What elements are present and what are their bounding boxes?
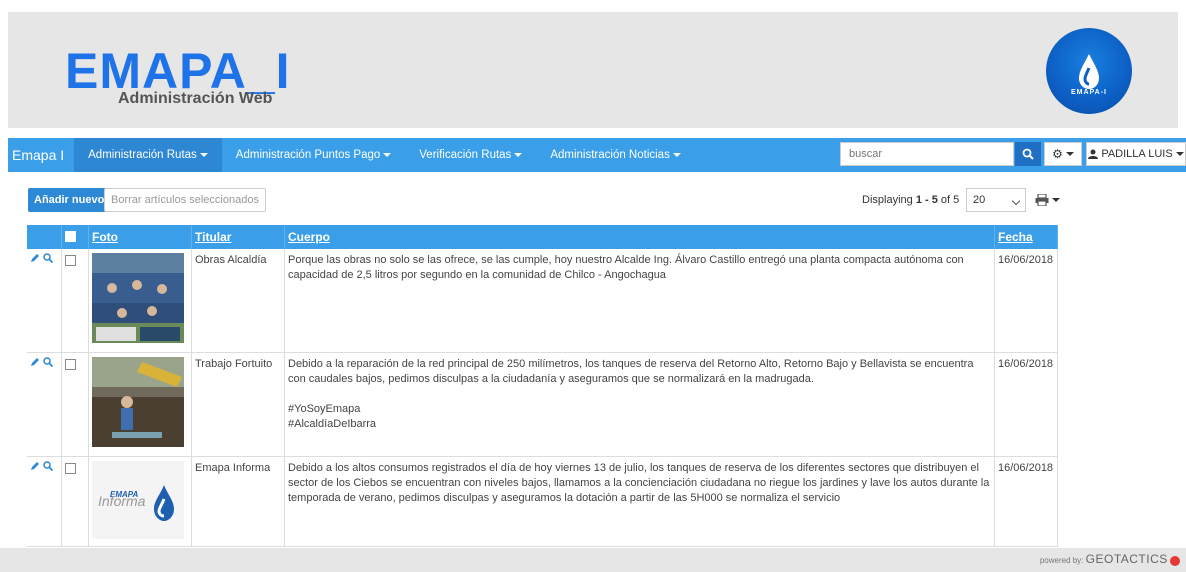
title-sort-link[interactable]: Titular: [195, 230, 231, 244]
row-title: Emapa Informa: [191, 456, 285, 547]
group-photo-icon: [92, 253, 184, 343]
nav-admin-rutas[interactable]: Administración Rutas: [74, 138, 222, 172]
row-actions: [27, 352, 62, 457]
brand-subtitle: Administración Web: [118, 90, 273, 107]
row-select: [61, 249, 89, 353]
geotactics-logo: GEOTACTICS: [1085, 552, 1168, 566]
row-date: 16/06/2018: [994, 352, 1058, 457]
search-input[interactable]: [840, 142, 1014, 166]
row-date: 16/06/2018: [994, 456, 1058, 547]
view-icon[interactable]: [43, 357, 54, 368]
navbar-brand[interactable]: Emapa I: [8, 138, 74, 172]
caret-down-icon: [672, 152, 681, 157]
user-icon: [1088, 149, 1099, 159]
caret-down-icon: [514, 152, 523, 157]
row-checkbox[interactable]: [65, 359, 76, 370]
row-photo: [88, 249, 192, 353]
emapa-logo: EMAPA-I: [1046, 28, 1132, 114]
table-row: Trabajo Fortuito Debido a la reparación …: [27, 352, 1058, 457]
view-icon[interactable]: [43, 253, 54, 264]
photo-sort-link[interactable]: Foto: [92, 230, 118, 244]
main-navbar: Emapa I Administración Rutas Administrac…: [8, 138, 1186, 172]
select-all-checkbox[interactable]: [65, 231, 76, 242]
water-drop-icon: [154, 485, 174, 521]
actions-header: [27, 225, 62, 249]
row-title: Trabajo Fortuito: [191, 352, 285, 457]
row-checkbox[interactable]: [65, 463, 76, 474]
date-header[interactable]: Fecha: [994, 225, 1058, 249]
pagination-info: Displaying 1 - 5 of 5: [862, 194, 959, 206]
geotactics-mark-icon: [1170, 555, 1180, 566]
powered-by-label: powered by:: [1039, 556, 1084, 565]
date-sort-link[interactable]: Fecha: [998, 230, 1033, 244]
view-icon[interactable]: [43, 461, 54, 472]
photo-header[interactable]: Foto: [88, 225, 192, 249]
caret-down-icon: [1175, 152, 1184, 156]
nav-admin-noticias[interactable]: Administración Noticias: [536, 138, 695, 172]
caret-down-icon: [383, 152, 392, 157]
news-table: Foto Titular Cuerpo Fecha Obras Alcaldía…: [27, 225, 1058, 547]
row-select: [61, 456, 89, 547]
nav-verificacion-rutas[interactable]: Verificación Rutas: [405, 138, 536, 172]
row-actions: [27, 456, 62, 547]
caret-down-icon: [1051, 198, 1060, 202]
row-checkbox[interactable]: [65, 255, 76, 266]
table-header-row: Foto Titular Cuerpo Fecha: [27, 225, 1058, 249]
page-header: EMAPA_I Administración Web EMAPA-I: [8, 12, 1178, 128]
row-select: [61, 352, 89, 457]
body-sort-link[interactable]: Cuerpo: [288, 230, 330, 244]
nav-label: Administración Noticias: [550, 149, 670, 161]
nav-label: Administración Puntos Pago: [235, 149, 381, 161]
gear-icon: ⚙: [1052, 147, 1063, 161]
row-photo: EMAPA Informa: [88, 456, 192, 547]
edit-icon[interactable]: [30, 357, 40, 367]
caret-down-icon: [1065, 152, 1074, 156]
settings-button[interactable]: ⚙: [1044, 142, 1082, 166]
user-name: PADILLA LUIS: [1101, 148, 1173, 160]
nav-admin-puntos-pago[interactable]: Administración Puntos Pago: [222, 138, 405, 172]
edit-icon[interactable]: [30, 253, 40, 263]
delete-selected-button[interactable]: Borrar artículos seleccionados: [104, 188, 266, 212]
row-body: Debido a los altos consumos registrados …: [284, 456, 995, 547]
row-photo: [88, 352, 192, 457]
search-icon: [1022, 148, 1034, 160]
row-actions: [27, 249, 62, 353]
row-body: Porque las obras no solo se las ofrece, …: [284, 249, 995, 353]
user-menu-button[interactable]: PADILLA LUIS: [1086, 142, 1186, 166]
brand-title: EMAPA_I: [65, 43, 291, 99]
title-header[interactable]: Titular: [191, 225, 285, 249]
nav-label: Verificación Rutas: [419, 149, 512, 161]
logo-text: EMAPA-I: [1070, 89, 1108, 96]
body-header[interactable]: Cuerpo: [284, 225, 995, 249]
displaying-range: 1 - 5: [915, 194, 938, 206]
table-row: EMAPA Informa Emapa Informa Debido a los…: [27, 456, 1058, 547]
per-page-select[interactable]: 20: [966, 188, 1026, 212]
row-date: 16/06/2018: [994, 249, 1058, 353]
select-all-header: [61, 225, 89, 249]
emapa-informa-bottom: Informa: [98, 493, 146, 509]
page-footer: powered by: GEOTACTICS: [0, 548, 1186, 572]
caret-down-icon: [199, 152, 208, 157]
emapa-informa-logo: EMAPA Informa: [92, 461, 184, 539]
search-button[interactable]: [1015, 142, 1041, 166]
displaying-suffix: of 5: [937, 194, 960, 206]
nav-label: Administración Rutas: [88, 149, 197, 161]
row-body: Debido a la reparación de la red princip…: [284, 352, 995, 457]
per-page-value: 20: [973, 194, 986, 206]
chevron-down-icon: [1011, 196, 1021, 206]
table-row: Obras Alcaldía Porque las obras no solo …: [27, 249, 1058, 353]
row-title: Obras Alcaldía: [191, 249, 285, 353]
displaying-prefix: Displaying: [862, 194, 916, 206]
edit-icon[interactable]: [30, 461, 40, 471]
add-new-button[interactable]: Añadir nuevo: [28, 188, 111, 212]
powered-by: powered by: GEOTACTICS: [1040, 552, 1180, 566]
excavation-photo-icon: [92, 357, 184, 447]
print-button[interactable]: [1030, 188, 1064, 212]
printer-icon: [1035, 194, 1048, 206]
